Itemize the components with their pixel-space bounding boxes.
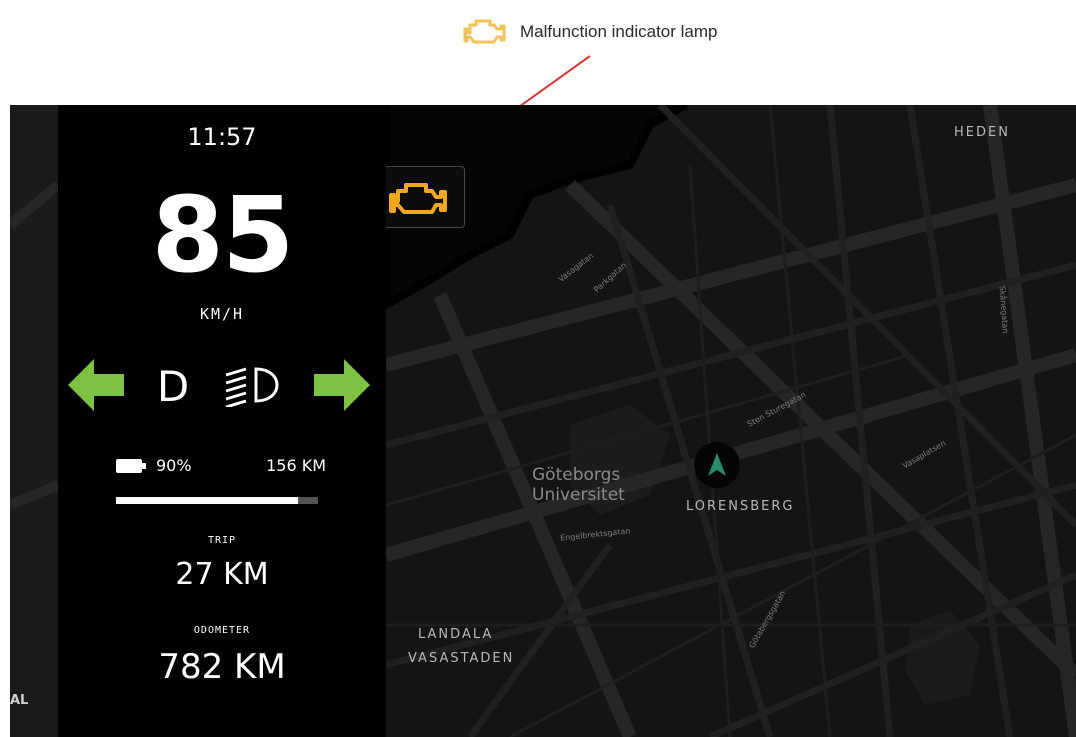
map-label-university: Göteborgs Universitet <box>532 465 625 505</box>
malfunction-indicator-lamp <box>383 166 465 228</box>
indicator-row: D <box>58 357 386 417</box>
annotation-label: Malfunction indicator lamp <box>520 22 718 41</box>
check-engine-icon <box>389 183 447 214</box>
battery-icon <box>116 459 142 473</box>
navigation-arrow-icon <box>708 453 726 476</box>
low-beam-headlight-icon <box>225 367 279 407</box>
clock: 11:57 <box>187 123 257 151</box>
map-label-vasastaden: VASASTADEN <box>408 651 515 666</box>
battery-level-bar <box>116 497 318 504</box>
odometer-value: 782 KM <box>158 647 286 687</box>
arrow-left-icon <box>68 359 124 411</box>
battery-percent: 90% <box>156 456 192 475</box>
map-label-lorensberg: LORENSBERG <box>686 499 795 514</box>
speed-readout: 85 <box>151 174 295 296</box>
battery-status: 90% 156 KM <box>116 455 326 479</box>
annotation-callout: Malfunction indicator lamp <box>462 14 717 50</box>
map-label-landala: LANDALA <box>418 627 494 642</box>
map-label-heden: HEDEN <box>954 125 1010 140</box>
speed-unit: KM/H <box>199 305 245 323</box>
range-readout: 156 KM <box>266 456 326 475</box>
engine-icon <box>463 19 506 44</box>
trip-value: 27 KM <box>175 557 269 592</box>
trip-label: TRIP <box>207 535 237 546</box>
arrow-right-icon <box>314 359 370 411</box>
gear-indicator: D <box>156 362 190 411</box>
infotainment-screen: HEDEN Göteborgs Universitet LORENSBERG L… <box>10 105 1076 737</box>
odometer-label: ODOMETER <box>193 625 251 636</box>
battery-icon-terminal <box>142 463 146 469</box>
driver-info-panel: 11:57 85 KM/H D 90% 156 KM TRIP 27 KM OD… <box>58 105 386 737</box>
map-label-al: AL <box>10 693 29 708</box>
battery-level-fill <box>116 497 298 504</box>
current-position-marker[interactable] <box>694 442 740 488</box>
